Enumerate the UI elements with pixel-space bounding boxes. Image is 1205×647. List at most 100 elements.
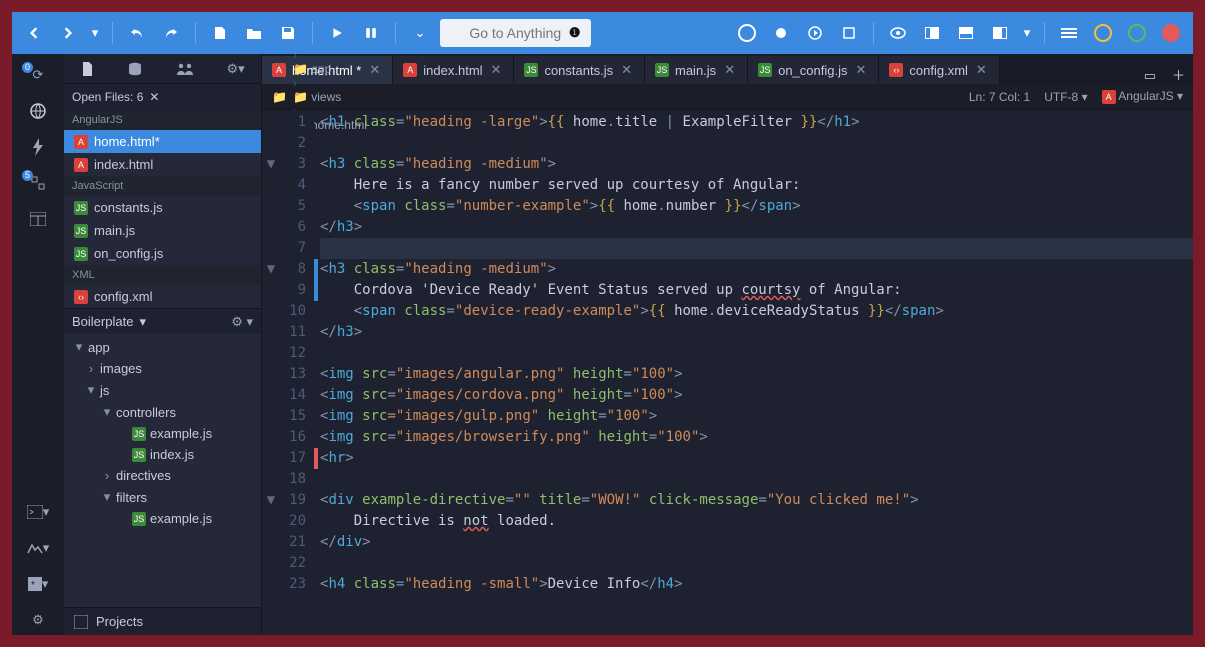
layout-3-button[interactable]: [986, 19, 1014, 47]
undo-button[interactable]: [123, 19, 151, 47]
code-line[interactable]: <span class="number-example">{{ home.num…: [320, 196, 1193, 217]
open-file-item[interactable]: ‹›config.xml: [64, 285, 261, 308]
new-file-button[interactable]: [206, 19, 234, 47]
new-tab-button[interactable]: ＋: [1164, 65, 1193, 84]
open-file-button[interactable]: [240, 19, 268, 47]
tree-item[interactable]: ›directives: [64, 465, 261, 486]
goto-input[interactable]: [450, 25, 581, 41]
goto-anything-field[interactable]: ❶: [440, 19, 591, 47]
nav-back-button[interactable]: [20, 19, 48, 47]
layout-icon[interactable]: [20, 204, 56, 234]
layout-1-button[interactable]: [918, 19, 946, 47]
code-line[interactable]: <h3 class="heading -medium">: [320, 154, 1193, 175]
tree-item[interactable]: ▾filters: [64, 486, 261, 508]
editor-tab[interactable]: ‹›config.xml✕: [879, 56, 999, 84]
code-editor[interactable]: ▼▼▼ 123456789101112131415161718192021222…: [262, 110, 1193, 635]
tab-close-icon[interactable]: ✕: [974, 62, 989, 78]
snippets-icon[interactable]: *▾: [20, 569, 56, 599]
play-button[interactable]: [323, 19, 351, 47]
code-line[interactable]: [320, 343, 1193, 364]
tree-item[interactable]: JSexample.js: [64, 508, 261, 529]
save-button[interactable]: [274, 19, 302, 47]
code-line[interactable]: </h3>: [320, 322, 1193, 343]
tab-close-icon[interactable]: ✕: [367, 62, 382, 78]
record-macro-button[interactable]: [733, 19, 761, 47]
tree-item[interactable]: ›images: [64, 358, 261, 379]
open-file-item[interactable]: Ahome.html*: [64, 130, 261, 153]
editor-tab[interactable]: JSmain.js✕: [645, 56, 748, 84]
tree-item[interactable]: ▾controllers: [64, 401, 261, 423]
nav-forward-button[interactable]: [54, 19, 82, 47]
debug-icon[interactable]: ▾: [20, 533, 56, 563]
project-settings-icon[interactable]: ⚙ ▾: [231, 314, 253, 330]
code-line[interactable]: Here is a fancy number served up courtes…: [320, 175, 1193, 196]
tab-close-icon[interactable]: ✕: [853, 62, 868, 78]
panel-tab-collab-icon[interactable]: [176, 62, 194, 76]
code-line[interactable]: <img src="images/browserify.png" height=…: [320, 427, 1193, 448]
code-line[interactable]: [320, 133, 1193, 154]
tree-item[interactable]: ▾app: [64, 336, 261, 358]
toggle-sidebar-button[interactable]: [884, 19, 912, 47]
open-file-item[interactable]: JSconstants.js: [64, 196, 261, 219]
code-line[interactable]: [320, 238, 1193, 259]
editor-tab[interactable]: JSon_config.js✕: [748, 56, 879, 84]
redo-button[interactable]: [157, 19, 185, 47]
play-macro-button[interactable]: [801, 19, 829, 47]
code-line[interactable]: <h1 class="heading -large">{{ home.title…: [320, 112, 1193, 133]
breadcrumb-item[interactable]: 📁 app: [293, 62, 368, 76]
project-header[interactable]: Boilerplate ▾ ⚙ ▾: [64, 308, 261, 334]
tab-close-icon[interactable]: ✕: [619, 62, 634, 78]
tree-item[interactable]: JSindex.js: [64, 444, 261, 465]
nav-dropdown-button[interactable]: ▾: [88, 19, 102, 47]
tree-item[interactable]: ▾js: [64, 379, 261, 401]
tab-list-button[interactable]: ▭: [1136, 68, 1164, 84]
settings-icon[interactable]: ⚙: [20, 605, 56, 635]
terminal-icon[interactable]: ▾: [20, 497, 56, 527]
code-line[interactable]: <h3 class="heading -medium">: [320, 259, 1193, 280]
layout-2-button[interactable]: [952, 19, 980, 47]
open-files-header[interactable]: Open Files: 6 ✕: [64, 84, 261, 110]
code-line[interactable]: </h3>: [320, 217, 1193, 238]
close-open-files-icon[interactable]: ✕: [149, 90, 159, 104]
maximize-button[interactable]: [1123, 19, 1151, 47]
projects-footer[interactable]: Projects: [64, 607, 261, 635]
menu-button[interactable]: [1055, 19, 1083, 47]
layout-menu-button[interactable]: ▾: [1020, 19, 1034, 47]
save-macro-button[interactable]: [835, 19, 863, 47]
code-line[interactable]: <img src="images/gulp.png" height="100">: [320, 406, 1193, 427]
code-line[interactable]: <hr>: [320, 448, 1193, 469]
panel-tab-db-icon[interactable]: [127, 61, 143, 77]
open-file-item[interactable]: JSon_config.js: [64, 242, 261, 265]
open-file-item[interactable]: Aindex.html: [64, 153, 261, 176]
editor-tab[interactable]: JSconstants.js✕: [514, 56, 645, 84]
tree-item[interactable]: JSexample.js: [64, 423, 261, 444]
language-selector[interactable]: A AngularJS ▾: [1102, 89, 1183, 104]
code-line[interactable]: <img src="images/angular.png" height="10…: [320, 364, 1193, 385]
code-line[interactable]: </div>: [320, 532, 1193, 553]
code-line[interactable]: Cordova 'Device Ready' Event Status serv…: [320, 280, 1193, 301]
cursor-position[interactable]: Ln: 7 Col: 1: [969, 90, 1030, 104]
minimize-button[interactable]: [1089, 19, 1117, 47]
code-line[interactable]: <div example-directive="" title="WOW!" c…: [320, 490, 1193, 511]
notifications-icon[interactable]: 0⟳: [20, 60, 56, 90]
open-file-item[interactable]: JSmain.js: [64, 219, 261, 242]
run-menu-button[interactable]: ⌄: [406, 19, 434, 47]
panel-tab-files-icon[interactable]: [80, 61, 94, 77]
code-line[interactable]: <span class="device-ready-example">{{ ho…: [320, 301, 1193, 322]
close-window-button[interactable]: [1157, 19, 1185, 47]
tab-close-icon[interactable]: ✕: [722, 62, 737, 78]
encoding-selector[interactable]: UTF-8 ▾: [1044, 90, 1087, 104]
panel-tab-settings-icon[interactable]: ⚙▾: [226, 61, 244, 77]
pause-button[interactable]: [357, 19, 385, 47]
explorer-icon[interactable]: [20, 96, 56, 126]
code-line[interactable]: Directive is not loaded.: [320, 511, 1193, 532]
code-line[interactable]: <img src="images/cordova.png" height="10…: [320, 385, 1193, 406]
bolt-icon[interactable]: [20, 132, 56, 162]
breadcrumb-item[interactable]: 📁 views: [293, 90, 368, 104]
code-line[interactable]: <h4 class="heading -small">Device Info</…: [320, 574, 1193, 595]
record-indicator-icon[interactable]: [767, 19, 795, 47]
code-line[interactable]: [320, 553, 1193, 574]
tab-close-icon[interactable]: ✕: [489, 62, 504, 78]
code-line[interactable]: [320, 469, 1193, 490]
source-control-icon[interactable]: 5: [20, 168, 56, 198]
